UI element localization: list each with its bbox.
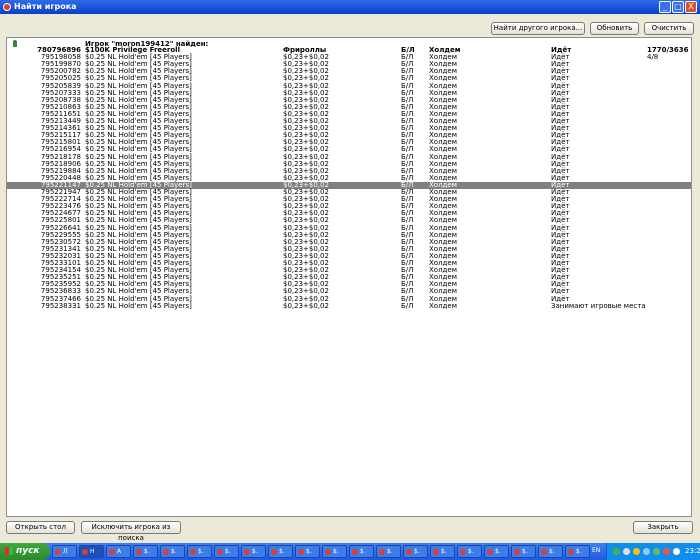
taskbar-button-label: $. [333, 548, 339, 555]
taskbar-button[interactable]: $. [376, 545, 401, 558]
tray-volume-icon[interactable] [623, 548, 630, 555]
taskbar-button[interactable]: $. [484, 545, 509, 558]
poker-table-icon [325, 549, 331, 555]
close-button[interactable]: Закрыть [633, 521, 693, 534]
taskbar-button[interactable]: $. [511, 545, 536, 558]
taskbar-button-label: $. [144, 548, 150, 555]
poker-table-icon [163, 549, 169, 555]
game-type-cell: Холдем [429, 301, 457, 310]
poker-table-icon [271, 549, 277, 555]
poker-table-icon [541, 549, 547, 555]
limit-type-cell: Б/Л [401, 301, 414, 310]
taskbar-button-label: А [117, 548, 122, 555]
taskbar-button-label: $. [306, 548, 312, 555]
taskbar-button[interactable]: $. [538, 545, 563, 558]
table-row[interactable]: 795238331 $0.25 NL Hold'em [45 Players] $0… [7, 301, 691, 310]
taskbar-button[interactable]: $. [349, 545, 374, 558]
taskbar-button[interactable]: $. [187, 545, 212, 558]
open-table-button[interactable]: Открыть стол [6, 521, 75, 534]
taskbar-button[interactable]: $. [160, 545, 185, 558]
tournament-extra-cell: 4/8 [647, 53, 659, 62]
start-label: пуск [16, 546, 40, 556]
taskbar: пуск EN 23:21 Л Н А $. $. $. $. $. $. $. $. $. $. $. $… [0, 543, 700, 560]
taskbar-button-label: $. [225, 548, 231, 555]
poker-table-icon [568, 549, 574, 555]
tray-app-icon[interactable] [633, 548, 640, 555]
start-button[interactable]: пуск [0, 543, 50, 560]
tray-sound-icon[interactable] [673, 548, 680, 555]
tray-network-icon[interactable] [613, 548, 620, 555]
poker-table-icon [82, 549, 88, 555]
poker-table-icon [514, 549, 520, 555]
taskbar-button-label: $. [171, 548, 177, 555]
tournament-status-cell: Занимают игровые места [551, 301, 646, 310]
taskbar-button[interactable]: $. [214, 545, 239, 558]
poker-table-icon [379, 549, 385, 555]
poker-table-icon [406, 549, 412, 555]
close-window-button[interactable]: X [685, 1, 697, 13]
taskbar-button-label: $. [387, 548, 393, 555]
taskbar-button[interactable]: $. [457, 545, 482, 558]
language-indicator[interactable]: EN [592, 547, 600, 554]
taskbar-button-label: $. [495, 548, 501, 555]
tray-security-icon[interactable] [653, 548, 660, 555]
tray-alert-icon[interactable] [663, 548, 670, 555]
poker-table-icon [487, 549, 493, 555]
taskbar-button-label: $. [576, 548, 582, 555]
taskbar-button[interactable]: $. [565, 545, 590, 558]
minimize-button[interactable]: _ [659, 1, 671, 13]
buy-in-cell: $0,23+$0,02 [283, 301, 329, 310]
taskbar-button-label: $. [279, 548, 285, 555]
taskbar-button[interactable]: $. [322, 545, 347, 558]
poker-table-icon [109, 549, 115, 555]
taskbar-button-label: $. [468, 548, 474, 555]
taskbar-button-label: $. [441, 548, 447, 555]
window-title: Найти игрока [14, 2, 77, 11]
poker-table-icon [433, 549, 439, 555]
find-other-player-button[interactable]: Найти другого игрока... [491, 22, 585, 35]
poker-table-icon [136, 549, 142, 555]
taskbar-button[interactable]: $. [241, 545, 266, 558]
taskbar-button-label: $. [414, 548, 420, 555]
poker-table-icon [55, 549, 61, 555]
refresh-button[interactable]: Обновить [590, 22, 639, 35]
tray-monitor-icon[interactable] [643, 548, 650, 555]
clear-button[interactable]: Очистить [644, 22, 694, 35]
taskbar-button[interactable]: $. [430, 545, 455, 558]
player-found-icon [13, 40, 17, 47]
taskbar-button[interactable]: Н [79, 545, 104, 558]
taskbar-button-label: $. [198, 548, 204, 555]
taskbar-button[interactable]: Л [52, 545, 77, 558]
poker-table-icon [460, 549, 466, 555]
taskbar-button[interactable]: $. [295, 545, 320, 558]
system-tray: 23:21 [606, 543, 700, 560]
poker-table-icon [352, 549, 358, 555]
poker-table-icon [190, 549, 196, 555]
exclude-player-button[interactable]: Исключить игрока из поиска [81, 521, 181, 542]
results-list[interactable]: Игрок "moron199412" найден: 780796896 $10… [6, 37, 692, 517]
title-bar[interactable]: Найти игрока _ □ X [0, 0, 700, 14]
clock: 23:21 [685, 547, 700, 555]
taskbar-button[interactable]: $. [403, 545, 428, 558]
poker-table-icon [298, 549, 304, 555]
taskbar-button-label: Н [90, 548, 95, 555]
taskbar-button[interactable]: $. [268, 545, 293, 558]
taskbar-button-label: $. [360, 548, 366, 555]
windows-logo-icon [5, 547, 13, 555]
taskbar-button-label: $. [549, 548, 555, 555]
tournament-name-cell: $0.25 NL Hold'em [45 Players] [85, 301, 192, 310]
taskbar-button[interactable]: А [106, 545, 131, 558]
maximize-button[interactable]: □ [672, 1, 684, 13]
poker-table-icon [244, 549, 250, 555]
taskbar-button[interactable]: $. [133, 545, 158, 558]
taskbar-button-label: $. [252, 548, 258, 555]
tournament-id-cell: 795238331 [40, 301, 81, 310]
poker-table-icon [217, 549, 223, 555]
taskbar-button-label: $. [522, 548, 528, 555]
taskbar-button-label: Л [63, 548, 68, 555]
app-icon [3, 3, 11, 11]
